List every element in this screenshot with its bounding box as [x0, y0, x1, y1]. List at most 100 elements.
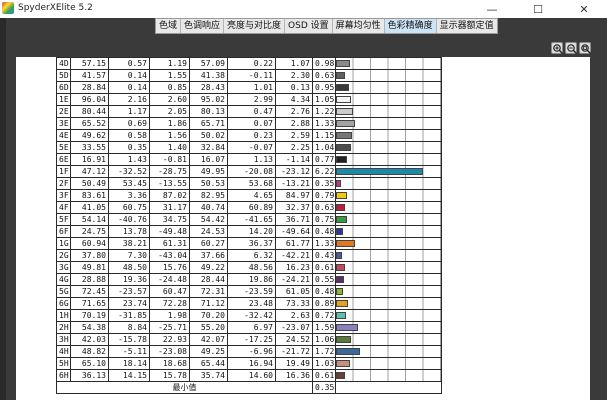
value-cell: 48.82 — [70, 345, 109, 358]
value-cell: 40.74 — [189, 201, 228, 214]
value-cell: 2.25 — [275, 141, 313, 154]
value-cell: 70.19 — [70, 309, 109, 322]
delta-e-bar — [336, 264, 345, 271]
table-row: 5G 72.45 -23.57 60.47 72.31 -23.59 61.05 0.48 — [56, 285, 442, 298]
zoom-toolbar — [551, 42, 591, 54]
table-row: 2E 80.44 1.17 2.05 80.13 0.47 2.76 1.22 — [56, 105, 442, 118]
value-cell: -15.78 — [108, 333, 150, 346]
delta-e-bar-cell — [335, 213, 442, 226]
value-cell: -25.71 — [149, 321, 190, 334]
value-cell: 70.20 — [189, 309, 228, 322]
value-cell: 54.42 — [189, 213, 228, 226]
value-cell: 1.98 — [149, 309, 190, 322]
delta-e-bar — [336, 168, 424, 175]
minimize-button[interactable]: — — [469, 0, 515, 18]
value-cell: 60.75 — [108, 201, 150, 214]
zoom-out-icon[interactable] — [565, 42, 577, 54]
bar-gridlines — [336, 370, 441, 381]
value-cell: 0.57 — [108, 57, 150, 70]
value-cell: 36.13 — [70, 369, 109, 382]
value-cell: 50.53 — [189, 177, 228, 190]
value-cell: 72.31 — [189, 285, 228, 298]
table-row: 4D 57.15 0.57 1.19 57.09 0.22 1.07 0.98 — [56, 57, 442, 70]
table-row: 3H 42.03 -15.78 22.93 42.07 -17.25 24.52 1.06 — [56, 333, 442, 346]
delta-e-cell: 1.22 — [312, 105, 336, 118]
delta-e-cell: 0.75 — [312, 213, 336, 226]
tab-5[interactable]: 色彩精确度 — [384, 19, 437, 33]
patch-id-cell: 1F — [56, 165, 71, 178]
value-cell: 61.31 — [149, 237, 190, 250]
tab-0[interactable]: 色域 — [156, 19, 182, 33]
value-cell: 23.48 — [227, 297, 276, 310]
value-cell: 16.94 — [227, 357, 276, 370]
delta-e-cell: 0.48 — [312, 285, 336, 298]
delta-e-bar-cell — [335, 309, 442, 322]
value-cell: 1.17 — [108, 105, 150, 118]
bar-gridlines — [336, 226, 441, 237]
value-cell: 0.35 — [108, 141, 150, 154]
value-cell: -0.07 — [227, 141, 276, 154]
value-cell: 2.88 — [275, 117, 313, 130]
table-row: 1E 96.04 2.16 2.60 95.02 2.99 4.34 1.05 — [56, 93, 442, 106]
table-row: 6G 71.65 23.74 72.28 71.12 23.48 73.33 0.89 — [56, 297, 442, 310]
value-cell: 14.20 — [227, 225, 276, 238]
value-cell: 0.07 — [227, 117, 276, 130]
table-row: 5E 33.55 0.35 1.40 32.84 -0.07 2.25 1.04 — [56, 141, 442, 154]
patch-id-cell: 2H — [56, 321, 71, 334]
delta-e-bar — [336, 216, 347, 223]
bar-gridlines — [336, 250, 441, 261]
maximize-button[interactable]: ☐ — [515, 0, 561, 18]
value-cell: 38.21 — [108, 237, 150, 250]
patch-id-cell: 2F — [56, 177, 71, 190]
value-cell: 53.68 — [227, 177, 276, 190]
tab-6[interactable]: 显示器额定值 — [437, 19, 497, 33]
patch-id-cell: 3F — [56, 189, 71, 202]
table-row: 5H 65.10 18.14 18.68 65.44 16.94 19.49 1.03 — [56, 357, 442, 370]
zoom-fit-icon[interactable] — [579, 42, 591, 54]
value-cell: 48.50 — [108, 261, 150, 274]
close-button[interactable]: ✕ — [561, 0, 607, 18]
table-row: 2H 54.38 8.84 -25.71 55.20 6.97 -23.07 1.59 — [56, 321, 442, 334]
delta-e-bar-cell — [335, 285, 442, 298]
bar-gridlines — [336, 358, 441, 369]
value-cell: 41.38 — [189, 69, 228, 82]
tab-3[interactable]: OSD 设置 — [285, 19, 333, 33]
table-row: 1F 47.12 -32.52 -28.75 49.95 -20.08 -23.12 6.22 — [56, 165, 442, 178]
value-cell: 24.75 — [70, 225, 109, 238]
delta-e-cell: 0.98 — [312, 57, 336, 70]
table-row: 4E 49.62 0.58 1.56 50.02 0.23 2.59 1.15 — [56, 129, 442, 142]
value-cell: 53.45 — [108, 177, 150, 190]
delta-e-bar-cell — [335, 369, 442, 382]
value-cell: 41.05 — [70, 201, 109, 214]
value-cell: 37.80 — [70, 249, 109, 262]
value-cell: 19.86 — [227, 273, 276, 286]
value-cell: 71.12 — [189, 297, 228, 310]
value-cell: 15.76 — [149, 261, 190, 274]
tab-2[interactable]: 亮度与对比度 — [224, 19, 286, 33]
footer-bar-cell — [335, 381, 442, 394]
value-cell: 65.52 — [70, 117, 109, 130]
delta-e-cell: 0.61 — [312, 261, 336, 274]
table-row: 2F 50.49 53.45 -13.55 50.53 53.68 -13.21 0.35 — [56, 177, 442, 190]
tab-1[interactable]: 色调响应 — [181, 19, 225, 33]
patch-id-cell: 2E — [56, 105, 71, 118]
value-cell: 0.23 — [227, 129, 276, 142]
delta-e-cell: 1.72 — [312, 345, 336, 358]
value-cell: -49.48 — [149, 225, 190, 238]
value-cell: 2.63 — [275, 309, 313, 322]
zoom-in-icon[interactable] — [551, 42, 563, 54]
value-cell: 24.53 — [189, 225, 228, 238]
report-page[interactable]: 4D 57.15 0.57 1.19 57.09 0.22 1.07 0.98 5D 41.57 0… — [16, 57, 590, 400]
value-cell: 42.07 — [189, 333, 228, 346]
value-cell: -6.96 — [227, 345, 276, 358]
bar-gridlines — [336, 202, 441, 213]
value-cell: 54.14 — [70, 213, 109, 226]
value-cell: -13.55 — [149, 177, 190, 190]
delta-e-bar-cell — [335, 297, 442, 310]
delta-e-bar — [336, 108, 354, 115]
value-cell: 83.61 — [70, 189, 109, 202]
value-cell: 0.13 — [275, 81, 313, 94]
delta-e-bar — [336, 348, 361, 355]
patch-id-cell: 6E — [56, 153, 71, 166]
tab-4[interactable]: 屏幕均匀性 — [333, 19, 385, 33]
